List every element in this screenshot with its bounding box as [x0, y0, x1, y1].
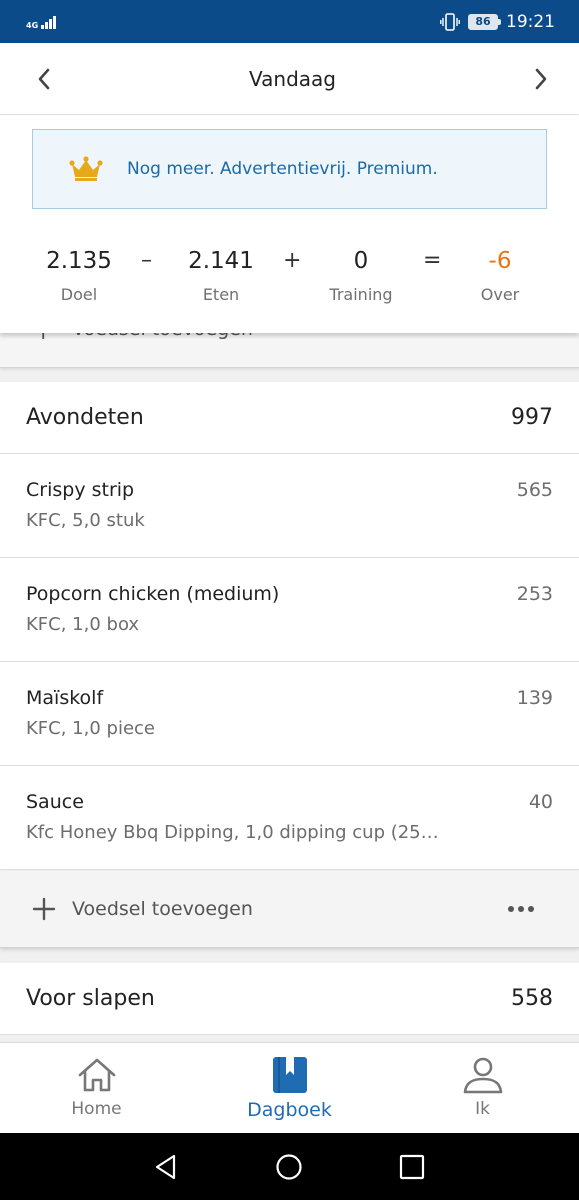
meal-title: Avondeten — [26, 405, 144, 430]
next-day-button[interactable] — [527, 65, 555, 93]
food-entry[interactable]: Sauce Kfc Honey Bbq Dipping, 1,0 dipping… — [0, 766, 579, 870]
premium-text: Nog meer. Advertentievrij. Premium. — [127, 159, 438, 179]
food-name: Sauce — [26, 791, 84, 813]
food-calories: 253 — [516, 583, 553, 605]
signal-indicator: 4G — [26, 15, 57, 30]
signal-icon — [41, 15, 57, 29]
meal-header-snacks[interactable]: Voor slapen 558 — [0, 963, 579, 1035]
profile-icon — [463, 1057, 502, 1094]
date-navigation: Vandaag — [0, 43, 579, 115]
previous-day-button[interactable] — [30, 65, 58, 93]
food-calories: 565 — [516, 479, 553, 501]
food-value: 2.141 — [188, 248, 254, 274]
meal-calories: 997 — [511, 405, 553, 430]
date-title[interactable]: Vandaag — [249, 67, 336, 91]
chevron-left-icon — [38, 68, 50, 89]
remaining-column: -6 Over — [460, 243, 540, 304]
goal-column: 2.135 Doel — [38, 243, 120, 304]
system-navigation-bar — [0, 1133, 579, 1200]
status-bar: 4G 86 19:21 — [0, 0, 579, 43]
goal-value: 2.135 — [46, 248, 112, 274]
nav-profile[interactable]: Ik — [386, 1043, 579, 1134]
food-entry[interactable]: Crispy strip KFC, 5,0 stuk 565 — [0, 454, 579, 558]
home-circle-icon[interactable] — [275, 1153, 303, 1181]
nav-label: Ik — [475, 1099, 490, 1119]
nav-home[interactable]: Home — [0, 1043, 193, 1134]
food-detail: KFC, 1,0 piece — [26, 718, 155, 739]
food-calories: 139 — [516, 687, 553, 709]
food-label: Eten — [202, 285, 240, 304]
equals-sign: = — [423, 248, 442, 273]
home-icon — [78, 1058, 115, 1092]
recent-apps-icon[interactable] — [398, 1153, 426, 1181]
plus-sign: + — [283, 248, 302, 273]
exercise-label: Training — [329, 285, 393, 304]
plus-icon — [32, 897, 56, 921]
network-type: 4G — [26, 20, 39, 30]
meal-calories: 558 — [511, 986, 553, 1011]
exercise-value: 0 — [353, 248, 369, 274]
nav-diary[interactable]: Dagboek — [193, 1043, 386, 1134]
meal-title: Voor slapen — [26, 986, 155, 1011]
food-name: Maïskolf — [26, 687, 104, 709]
food-entry[interactable]: Popcorn chicken (medium) KFC, 1,0 box 25… — [0, 558, 579, 662]
remaining-value: -6 — [488, 248, 512, 274]
vibrate-icon — [440, 12, 460, 31]
exercise-column: 0 Training — [320, 243, 402, 304]
more-options-icon[interactable] — [507, 905, 535, 913]
food-name: Crispy strip — [26, 479, 135, 501]
food-detail: KFC, 1,0 box — [26, 614, 140, 635]
crown-icon — [69, 156, 103, 181]
goal-label: Doel — [60, 285, 98, 304]
meal-header-dinner[interactable]: Avondeten 997 — [0, 382, 579, 454]
food-detail: Kfc Honey Bbq Dipping, 1,0 dipping cup (… — [26, 822, 439, 843]
battery-icon: 86 — [468, 13, 501, 30]
remaining-label: Over — [480, 285, 520, 304]
food-entry[interactable]: Maïskolf KFC, 1,0 piece 139 — [0, 662, 579, 766]
food-calories: 40 — [528, 791, 553, 813]
add-food-row-dinner[interactable]: Voedsel toevoegen — [0, 871, 579, 948]
calorie-equation[interactable]: 2.135 Doel – 2.141 Eten + 0 Training = -… — [0, 243, 579, 323]
food-column: 2.141 Eten — [180, 243, 262, 304]
food-name: Popcorn chicken (medium) — [26, 583, 280, 605]
premium-banner[interactable]: Nog meer. Advertentievrij. Premium. — [32, 129, 547, 209]
chevron-right-icon — [535, 68, 547, 89]
nav-label: Dagboek — [247, 1099, 332, 1121]
minus-sign: – — [141, 248, 152, 273]
diary-icon — [272, 1057, 307, 1093]
app-screen: 4G 86 19:21 Vandaag Nog meer. Advertenti… — [0, 0, 579, 1200]
food-detail: KFC, 5,0 stuk — [26, 510, 145, 531]
clock: 19:21 — [506, 11, 555, 32]
add-food-label: Voedsel toevoegen — [72, 898, 253, 920]
calorie-summary-card: Nog meer. Advertentievrij. Premium. 2.13… — [0, 115, 579, 333]
back-icon[interactable] — [152, 1153, 180, 1181]
bottom-navigation: Home Dagboek Ik — [0, 1042, 579, 1133]
nav-label: Home — [71, 1099, 122, 1119]
